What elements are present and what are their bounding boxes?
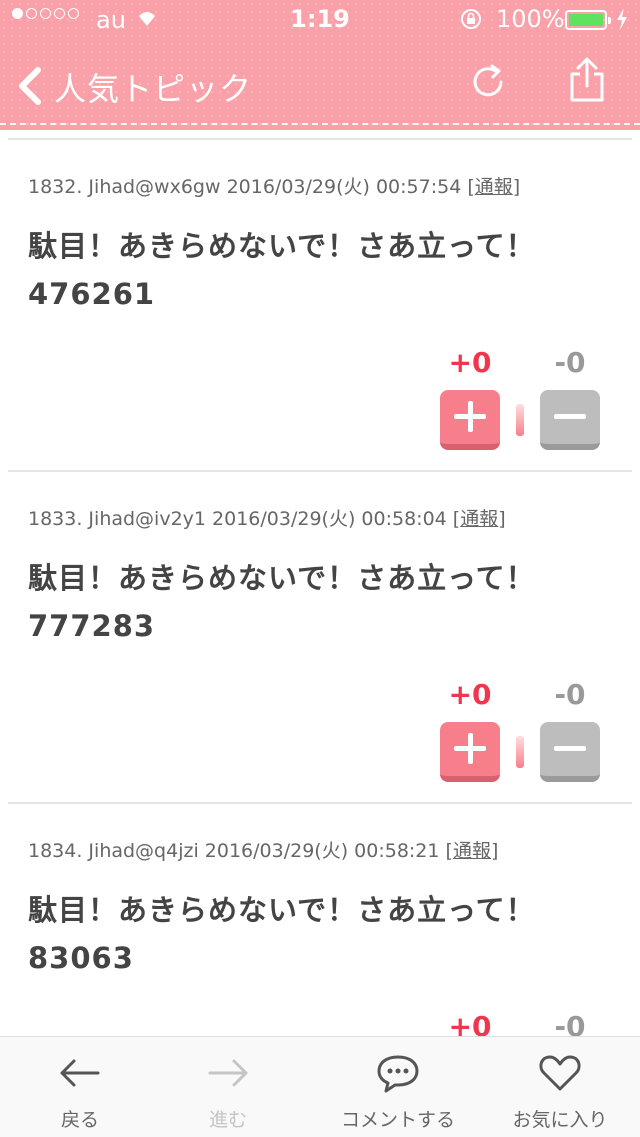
back-tab-label: 戻る: [60, 1109, 99, 1131]
comment-list[interactable]: 1832. Jihad@wx6gw 2016/03/29(火) 00:57:54…: [0, 130, 640, 1036]
rotation-lock-icon: [461, 9, 481, 29]
arrow-right-icon: [208, 1059, 248, 1087]
plus-score: +0: [448, 1010, 492, 1036]
plus-vote-button[interactable]: [440, 390, 500, 450]
comment-body: 駄目！あきらめないで！さあ立って！ 83063: [28, 893, 536, 975]
comment-body: 駄目！あきらめないで！さあ立って！ 777283: [28, 561, 536, 643]
header-divider: [0, 123, 640, 125]
refresh-icon[interactable]: [468, 62, 508, 102]
comment-item: 1834. Jihad@q4jzi 2016/03/29(火) 00:58:21…: [8, 802, 632, 1036]
comment-tab[interactable]: コメントする: [318, 1037, 478, 1137]
header: au 1:19 100% 人気トピック: [0, 0, 640, 130]
speech-bubble-icon: [377, 1055, 419, 1093]
favorite-tab[interactable]: お気に入り: [480, 1037, 640, 1137]
comment-meta: 1833. Jihad@iv2y1 2016/03/29(火) 00:58:04…: [28, 508, 506, 530]
comment-tab-label: コメントする: [340, 1109, 455, 1131]
plus-vote-button[interactable]: [440, 722, 500, 782]
vote-ratio-bar: [516, 736, 524, 768]
vote-ratio-bar: [516, 404, 524, 436]
share-icon[interactable]: [566, 56, 608, 104]
comment-meta: 1834. Jihad@q4jzi 2016/03/29(火) 00:58:21…: [28, 840, 499, 862]
report-link[interactable]: 通報: [475, 176, 513, 198]
report-link[interactable]: 通報: [460, 508, 498, 530]
minus-vote-button[interactable]: [540, 722, 600, 782]
comment-item: 1833. Jihad@iv2y1 2016/03/29(火) 00:58:04…: [8, 470, 632, 802]
comment-body: 駄目！あきらめないで！さあ立って！ 476261: [28, 229, 536, 311]
plus-score: +0: [448, 678, 492, 711]
minus-score: -0: [554, 678, 586, 711]
navigation-bar: 人気トピック: [0, 40, 640, 128]
minus-score: -0: [554, 346, 586, 379]
battery-percent: 100%: [496, 5, 565, 33]
comment-item: 1832. Jihad@wx6gw 2016/03/29(火) 00:57:54…: [8, 138, 632, 470]
page-title: 人気トピック: [54, 70, 253, 108]
minus-score: -0: [554, 1010, 586, 1036]
comment-meta: 1832. Jihad@wx6gw 2016/03/29(火) 00:57:54…: [28, 176, 521, 198]
bottom-toolbar: 戻る 進む コメントする お気に入り: [0, 1036, 640, 1137]
heart-icon: [539, 1055, 581, 1091]
forward-tab-label: 進む: [208, 1109, 247, 1131]
arrow-left-icon: [60, 1059, 100, 1087]
forward-tab[interactable]: 進む: [148, 1037, 308, 1137]
report-link[interactable]: 通報: [453, 840, 491, 862]
plus-score: +0: [448, 346, 492, 379]
back-tab[interactable]: 戻る: [0, 1037, 160, 1137]
battery-icon: [565, 10, 611, 30]
charging-icon: [617, 8, 627, 30]
chevron-left-icon[interactable]: [14, 66, 44, 106]
minus-vote-button[interactable]: [540, 390, 600, 450]
status-bar: au 1:19 100%: [0, 0, 640, 40]
favorite-tab-label: お気に入り: [512, 1109, 608, 1131]
